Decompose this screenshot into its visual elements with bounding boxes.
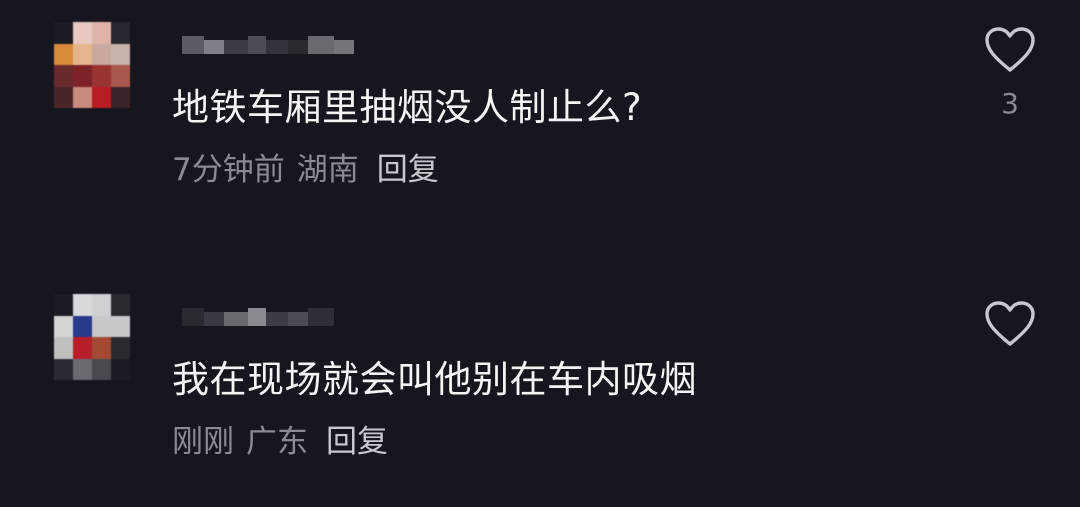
comment-meta: 7分钟前 湖南 回复 (172, 152, 439, 188)
avatar-pixel (111, 294, 130, 316)
avatar-pixel (92, 358, 111, 380)
avatar[interactable] (54, 294, 130, 380)
avatar-pixel (73, 65, 92, 87)
avatar-pixel (92, 337, 111, 359)
comment-text: 我在现场就会叫他别在车内吸烟 (172, 358, 697, 401)
username-pixel (266, 40, 288, 54)
avatar-pixel (54, 86, 73, 108)
comment-meta: 刚刚 广东 回复 (172, 424, 388, 460)
avatar-pixel (111, 337, 130, 359)
username-pixel (308, 36, 334, 54)
username-blurred[interactable] (182, 32, 354, 54)
username-pixel (182, 36, 204, 54)
avatar-pixel (111, 22, 130, 44)
comment-location: 湖南 (296, 152, 359, 188)
avatar-pixel (54, 294, 73, 316)
avatar-pixel (54, 315, 73, 337)
avatar-pixel (54, 22, 73, 44)
avatar-pixel (73, 337, 92, 359)
username-blurred[interactable] (182, 304, 334, 326)
avatar-pixel (111, 65, 130, 87)
username-pixel (248, 36, 266, 54)
heart-outline-icon (985, 27, 1035, 72)
avatar-pixel (73, 86, 92, 108)
avatar-pixel (111, 358, 130, 380)
avatar-pixel (92, 22, 111, 44)
username-pixel (308, 308, 334, 326)
username-pixel (224, 312, 248, 326)
username-pixel (288, 312, 308, 326)
username-pixel (224, 40, 248, 54)
like-count: 3 (1001, 87, 1019, 120)
avatar-pixel (92, 315, 111, 337)
avatar-pixel (73, 294, 92, 316)
reply-button[interactable]: 回复 (326, 424, 388, 460)
avatar-pixel (111, 86, 130, 108)
reply-button[interactable]: 回复 (377, 152, 439, 188)
avatar-pixel (111, 315, 130, 337)
avatar-pixel (92, 86, 111, 108)
avatar-pixel (111, 43, 130, 65)
avatar-pixel (54, 337, 73, 359)
username-pixel (266, 312, 288, 326)
comment-location: 广东 (246, 424, 308, 460)
avatar-pixel (54, 43, 73, 65)
avatar-pixel (73, 22, 92, 44)
like-button[interactable]: 3 (982, 26, 1038, 120)
avatar-pixel (73, 358, 92, 380)
avatar-pixel (92, 43, 111, 65)
heart-outline-icon (985, 301, 1035, 346)
avatar-pixel (92, 294, 111, 316)
username-pixel (182, 308, 204, 326)
avatar-pixel (54, 65, 73, 87)
username-pixel (288, 40, 308, 54)
avatar-pixel (92, 65, 111, 87)
username-pixel (334, 40, 354, 54)
username-pixel (204, 40, 224, 54)
username-pixel (204, 312, 224, 326)
comment-time: 7分钟前 (172, 152, 285, 188)
comment-time: 刚刚 (172, 424, 234, 460)
avatar-pixel (73, 43, 92, 65)
avatar[interactable] (54, 22, 130, 108)
avatar-pixel (73, 315, 92, 337)
comment-text: 地铁车厢里抽烟没人制止么? (172, 86, 643, 129)
like-button[interactable] (982, 300, 1038, 362)
avatar-pixel (54, 358, 73, 380)
username-pixel (248, 308, 266, 326)
